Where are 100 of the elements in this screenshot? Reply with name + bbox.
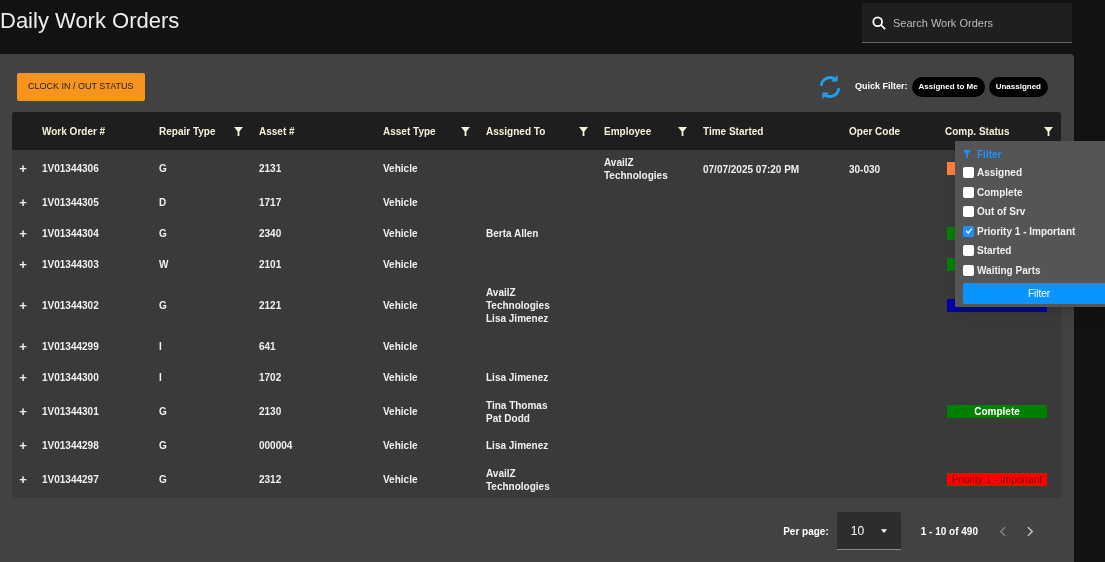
- table-cell: G: [159, 406, 167, 417]
- table-cell: 1V01344297: [42, 474, 99, 485]
- table-cell: 1702: [259, 372, 282, 383]
- table-cell: 2312: [259, 474, 282, 485]
- expand-toggle[interactable]: +: [12, 254, 34, 275]
- assignee-name: Technologies: [486, 299, 551, 312]
- column-header[interactable]: Oper Code: [849, 123, 901, 139]
- table-cell: Vehicle: [383, 372, 418, 383]
- table-cell: Vehicle: [383, 341, 418, 352]
- table-cell: G: [159, 228, 167, 239]
- assignee-name: Berta Allen: [486, 227, 540, 240]
- table-cell: Vehicle: [383, 300, 418, 311]
- status-option-label: Complete: [977, 185, 1023, 200]
- status-option-label: Out of Srv: [977, 205, 1026, 220]
- status-option-label: Started: [977, 244, 1012, 259]
- previous-page-icon[interactable]: [999, 525, 1006, 537]
- table-cell: Vehicle: [383, 163, 418, 174]
- filter-icon[interactable]: [1044, 126, 1053, 136]
- status-option-label: Assigned: [977, 166, 1022, 181]
- table-cell: 1V01344300: [42, 372, 99, 383]
- assignee-name: Technologies: [486, 479, 551, 493]
- column-header[interactable]: Repair Type: [159, 123, 216, 139]
- clock-status-button[interactable]: CLOCK IN / OUT STATUS: [17, 73, 145, 101]
- table-cell: Vehicle: [383, 440, 418, 451]
- column-header[interactable]: Asset #: [259, 123, 295, 139]
- table-cell: G: [159, 474, 167, 485]
- column-header[interactable]: Assigned To: [486, 123, 546, 139]
- status-badge: Complete: [947, 405, 1047, 418]
- quick-filter-chip[interactable]: Unassigned: [988, 77, 1048, 97]
- assignee-name: AvailZ: [486, 466, 517, 480]
- expand-toggle[interactable]: +: [12, 192, 34, 213]
- expand-toggle[interactable]: +: [12, 401, 34, 422]
- table-cell: 1V01344304: [42, 228, 99, 239]
- assignee-name: AvailZ: [486, 286, 517, 299]
- status-checkbox[interactable]: [963, 186, 974, 198]
- status-option-label: Waiting Parts: [977, 263, 1041, 278]
- status-option-label: Priority 1 - Important: [977, 224, 1076, 239]
- table-cell: G: [159, 163, 167, 174]
- column-header[interactable]: Time Started: [703, 123, 764, 139]
- refresh-icon[interactable]: [817, 74, 843, 100]
- page-title: Daily Work Orders: [0, 10, 180, 32]
- table-cell: 2101: [259, 259, 282, 270]
- table-cell: 2340: [259, 228, 282, 239]
- table-cell: Vehicle: [383, 197, 418, 208]
- table-cell: G: [159, 300, 167, 311]
- filter-icon[interactable]: [234, 126, 243, 136]
- table-cell: 1V01344302: [42, 300, 99, 311]
- expand-toggle[interactable]: +: [12, 367, 34, 388]
- column-header[interactable]: Work Order #: [42, 123, 106, 139]
- table-cell: 2131: [259, 163, 282, 174]
- expand-toggle[interactable]: +: [12, 469, 34, 490]
- table-cell: 2130: [259, 406, 282, 417]
- employee-name: AvailZ: [604, 156, 635, 169]
- search-field[interactable]: Search Work Orders: [862, 3, 1072, 43]
- next-page-icon[interactable]: [1027, 525, 1034, 537]
- expand-toggle[interactable]: +: [12, 295, 34, 316]
- filter-icon[interactable]: [678, 126, 687, 136]
- status-checkbox[interactable]: [963, 167, 974, 179]
- table-cell: I: [159, 341, 162, 352]
- table-cell: 1V01344298: [42, 440, 99, 451]
- expand-toggle[interactable]: +: [12, 336, 34, 357]
- table-cell: W: [159, 259, 169, 270]
- table-cell: I: [159, 372, 162, 383]
- column-header[interactable]: Asset Type: [383, 123, 436, 139]
- column-header[interactable]: Comp. Status: [945, 123, 1010, 139]
- assignee-name: Pat Dodd: [486, 411, 531, 425]
- table-cell: G: [159, 440, 167, 451]
- page-range: 1 - 10 of 490: [920, 524, 978, 539]
- status-checkbox[interactable]: [963, 264, 974, 276]
- table-cell: 1V01344305: [42, 197, 99, 208]
- status-checkbox[interactable]: [963, 225, 974, 237]
- table-cell: 07/07/2025 07:20 PM: [703, 164, 800, 175]
- assignee-name: Tina Thomas: [486, 398, 549, 412]
- table-cell: 1V01344303: [42, 259, 99, 270]
- table-cell: 641: [259, 341, 276, 352]
- employee-name: Technologies: [604, 169, 669, 182]
- table-cell: Vehicle: [383, 259, 418, 270]
- quick-filter-label: Quick Filter:: [855, 80, 908, 94]
- per-page-select[interactable]: 10: [836, 512, 901, 550]
- status-checkbox[interactable]: [963, 245, 974, 257]
- table-cell: 30-030: [849, 164, 881, 175]
- table-cell: 1V01344306: [42, 163, 99, 174]
- quick-filter-chip[interactable]: Assigned to Me: [911, 77, 985, 97]
- filter-popup-title: Filter: [977, 147, 1002, 162]
- filter-icon[interactable]: [579, 126, 588, 136]
- table-cell: 2121: [259, 300, 282, 311]
- expand-toggle[interactable]: +: [12, 223, 34, 244]
- filter-icon[interactable]: [461, 126, 470, 136]
- table-cell: 1V01344301: [42, 406, 99, 417]
- expand-toggle[interactable]: +: [12, 158, 34, 179]
- table-cell: Vehicle: [383, 228, 418, 239]
- column-header[interactable]: Employee: [604, 123, 652, 139]
- table-cell: Vehicle: [383, 474, 418, 485]
- table-cell: 1717: [259, 197, 282, 208]
- table-cell: Vehicle: [383, 406, 418, 417]
- per-page-label: Per page:: [783, 524, 829, 539]
- expand-toggle[interactable]: +: [12, 435, 34, 456]
- status-checkbox[interactable]: [963, 206, 974, 218]
- assignee-name: Lisa Jimenez: [486, 439, 550, 452]
- status-badge: Priority 1 - Important: [947, 473, 1047, 486]
